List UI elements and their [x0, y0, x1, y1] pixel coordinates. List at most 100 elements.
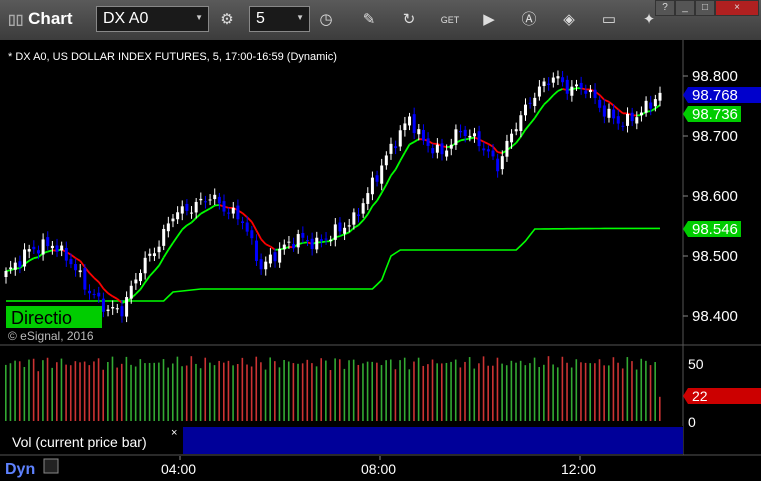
candle-body: [528, 102, 532, 104]
candle-body: [301, 232, 305, 238]
candle-body: [87, 290, 91, 294]
candle-body: [482, 148, 486, 151]
candle-body: [598, 99, 602, 108]
candle-body: [398, 130, 402, 147]
price-tick-label: 98.400: [692, 308, 738, 325]
candle-body: [496, 158, 500, 172]
volume-bar: [598, 359, 601, 421]
maximize-button[interactable]: □: [695, 0, 715, 16]
refresh-icon[interactable]: ↻: [396, 7, 422, 33]
chart-canvas[interactable]: * DX A0, US DOLLAR INDEX FUTURES, 5, 17:…: [0, 40, 761, 481]
volume-bar: [376, 362, 378, 421]
volume-bar: [250, 366, 253, 421]
help-button[interactable]: ?: [655, 0, 675, 16]
volume-bar: [380, 365, 383, 421]
candle-body: [92, 293, 96, 295]
volume-bar: [403, 357, 406, 421]
candle-body: [180, 206, 184, 214]
candle-body: [565, 79, 569, 94]
candle-body: [626, 113, 630, 126]
grip-icon: ▯▯: [8, 11, 24, 27]
volume-bar: [584, 362, 587, 421]
alert-icon[interactable]: Ⓐ: [516, 7, 542, 33]
candle-body: [171, 218, 175, 222]
candle-body: [78, 270, 82, 273]
volume-bar: [218, 360, 220, 421]
volume-bar: [320, 358, 323, 421]
volume-bar: [14, 360, 16, 421]
candle-body: [148, 253, 152, 256]
volume-bar: [487, 365, 489, 421]
vol-panel-close-icon[interactable]: ×: [171, 427, 177, 439]
volume-bar: [65, 364, 67, 421]
candle-body: [357, 214, 361, 216]
volume-bar: [547, 356, 550, 421]
volume-bar: [69, 365, 72, 421]
candle-body: [630, 112, 634, 122]
candle-body: [556, 76, 560, 79]
minimize-button[interactable]: _: [675, 0, 695, 16]
fast-ma-segment: [497, 151, 503, 154]
candle-body: [310, 238, 314, 250]
volume-bar: [617, 362, 619, 421]
symbol-dropdown-icon[interactable]: ▼: [195, 13, 203, 22]
symbol-input[interactable]: DX A0 ▼: [96, 6, 209, 32]
toolbar: ▯▯ Chart DX A0 ▼ ⚙ 5 ▼ ◷ ✎ ↻ GET ▶ Ⓐ ◈ ▭ ✦…: [0, 0, 761, 41]
volume-bar: [176, 356, 179, 421]
volume-bar: [552, 364, 554, 421]
comment-icon[interactable]: ▭: [596, 7, 622, 33]
volume-bar: [144, 363, 146, 421]
link-icon[interactable]: ⚙: [214, 7, 240, 33]
volume-bar: [566, 362, 568, 421]
candle-body: [329, 239, 333, 241]
candle-body: [454, 129, 458, 145]
dyn-label[interactable]: Dyn: [5, 461, 35, 478]
volume-bar: [631, 361, 633, 421]
volume-bar: [107, 361, 109, 421]
vol-panel-label: Vol (current price bar): [12, 434, 147, 450]
volume-bar: [645, 360, 647, 421]
candle-body: [319, 239, 323, 241]
candle-body: [324, 238, 328, 240]
volume-bar: [28, 359, 30, 421]
pencil-icon[interactable]: ✎: [356, 7, 382, 33]
candle-body: [333, 224, 337, 240]
volume-bar: [348, 360, 350, 421]
volume-bar: [352, 359, 355, 421]
volume-bar: [102, 369, 105, 421]
close-button[interactable]: ×: [715, 0, 759, 16]
candle-body: [612, 109, 616, 119]
volume-bar: [209, 362, 211, 421]
interval-dropdown-icon[interactable]: ▼: [296, 13, 304, 22]
candle-body: [417, 129, 421, 135]
volume-bar: [343, 368, 346, 421]
candle-body: [435, 144, 439, 153]
candle-body: [403, 123, 407, 131]
volume-bar: [190, 356, 193, 421]
play-icon[interactable]: ▶: [476, 7, 502, 33]
volume-bar: [413, 361, 415, 421]
candle-body: [639, 112, 643, 116]
candle-body: [361, 203, 365, 214]
slow-ma-tag: 98.546: [683, 221, 741, 238]
tag-icon[interactable]: ◈: [556, 7, 582, 33]
volume-bar: [232, 365, 234, 421]
volume-bar: [264, 369, 267, 421]
volume-bar: [158, 362, 160, 421]
candle-body: [338, 222, 342, 232]
volume-bar: [454, 359, 457, 421]
chart-window: ▯▯ Chart DX A0 ▼ ⚙ 5 ▼ ◷ ✎ ↻ GET ▶ Ⓐ ◈ ▭ ✦…: [0, 0, 761, 481]
candle-body: [607, 108, 611, 118]
volume-bar: [60, 358, 63, 421]
candle-body: [510, 133, 514, 143]
fast-ma-segment: [460, 138, 466, 142]
lock-icon[interactable]: [43, 458, 59, 474]
candle-body: [120, 306, 124, 317]
interval-input[interactable]: 5 ▼: [249, 6, 310, 32]
time-tick-1200: 12:00: [561, 461, 596, 477]
volume-bar: [519, 360, 522, 421]
clock-icon[interactable]: ◷: [313, 7, 339, 33]
volume-bar: [204, 357, 207, 421]
candle-body: [505, 140, 509, 157]
get-icon[interactable]: GET: [437, 7, 463, 33]
